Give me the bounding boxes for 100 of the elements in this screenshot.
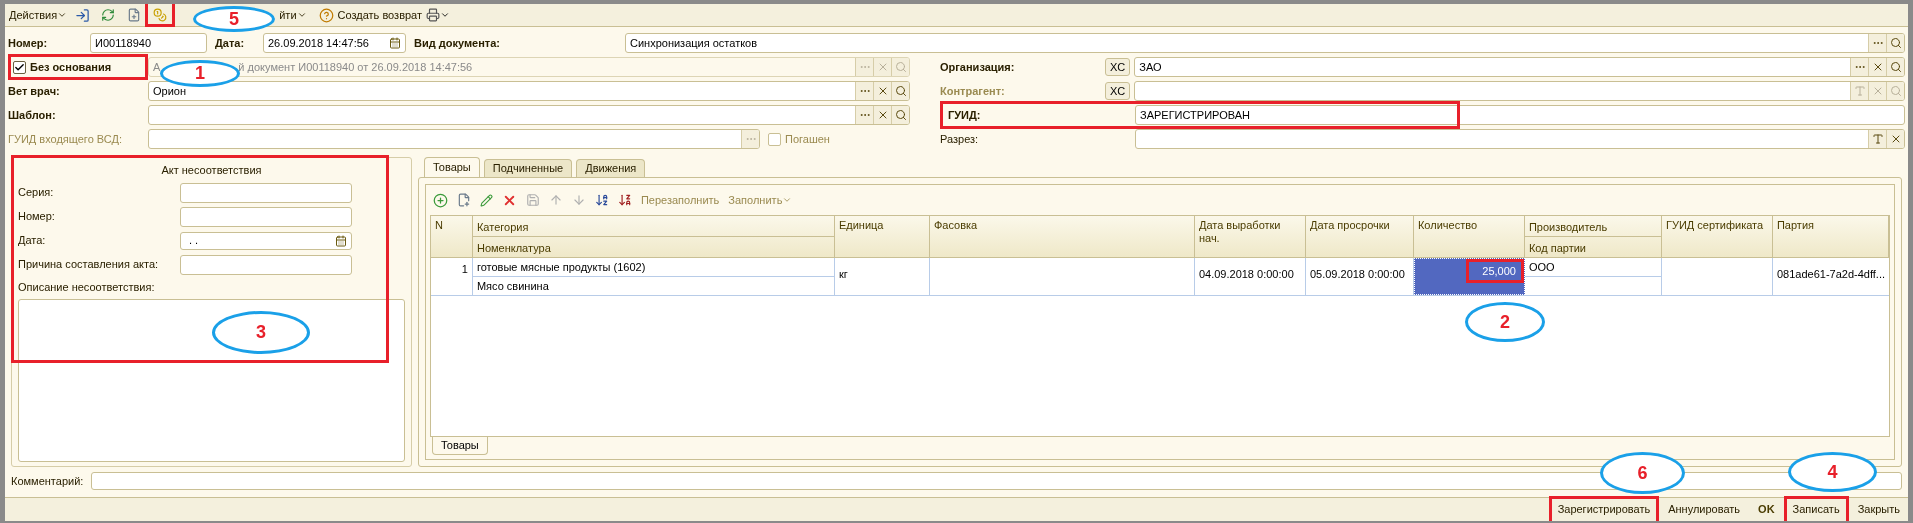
checkbox[interactable] [13, 60, 26, 74]
input-field[interactable]: ЗАРЕГИСТРИРОВАН [1135, 105, 1905, 125]
footer-button[interactable]: Закрыть [1851, 499, 1906, 520]
go-menu[interactable]: йти [279, 6, 307, 24]
checkmark-icon [14, 61, 25, 73]
actions-menu[interactable]: Действия [9, 6, 68, 24]
search-icon [894, 109, 907, 121]
basis-text: А [152, 59, 161, 75]
table-cell-text: готовые мясные продукты (1602) [475, 259, 647, 275]
input-field[interactable]: Синхронизация остатков [625, 33, 1905, 53]
search-icon [1889, 37, 1902, 49]
field-label: Дата: [215, 35, 246, 51]
column-header[interactable]: Категория [472, 216, 834, 237]
print-button[interactable] [426, 8, 451, 22]
field-label: Комментарий: [11, 473, 84, 489]
enter-icon [74, 7, 90, 23]
highlight-frame [1783, 495, 1849, 521]
input-field[interactable] [148, 105, 910, 125]
callout-marker: 1 [160, 60, 240, 87]
column-header[interactable]: Номенклатура [472, 236, 834, 257]
search-icon [894, 85, 907, 97]
document-plus-icon [127, 8, 142, 22]
search-button[interactable] [1886, 34, 1904, 52]
table-cell-text: ООО [1527, 259, 1556, 275]
field-label: Без основания [30, 59, 112, 75]
help-icon[interactable] [318, 7, 334, 23]
basis-text: й документ И00118940 от 26.09.2018 14:47:56 [238, 59, 474, 75]
field-label: Организация: [940, 59, 1016, 75]
search-button[interactable] [891, 82, 909, 100]
column-header[interactable]: ГУИД сертификата [1661, 216, 1772, 232]
pencil-icon [480, 193, 494, 207]
description-field[interactable] [18, 299, 405, 462]
save-icon [525, 193, 540, 207]
date-field[interactable]: . . [180, 231, 352, 250]
add-icon [433, 192, 449, 208]
field-label: Описание несоответствия: [18, 279, 156, 295]
text-type-icon [1871, 133, 1884, 145]
table-cell-text: кг [837, 268, 849, 280]
field-label: Погашен [785, 131, 830, 147]
caret-icon [782, 195, 793, 205]
column-header[interactable]: Дата выработки нач. [1194, 216, 1305, 245]
input-field[interactable]: И00118940 [90, 33, 207, 53]
column-header[interactable]: Код партии [1524, 236, 1661, 257]
clear-button[interactable] [873, 82, 891, 100]
column-header[interactable]: Производитель [1524, 216, 1661, 237]
table-cell-text: 081ade61-7a2d-4dff... [1775, 268, 1886, 280]
table-cell-text: 04.09.2018 0:00:00 [1197, 268, 1295, 280]
input-field[interactable] [180, 182, 352, 203]
field-label: Номер: [8, 35, 49, 51]
calendar-icon[interactable] [389, 37, 401, 49]
input-field[interactable] [1135, 129, 1905, 149]
tab[interactable]: Движения [576, 159, 646, 177]
xc-button[interactable]: XC [1105, 82, 1131, 100]
tab[interactable]: Подчиненные [483, 159, 573, 177]
column-header[interactable]: Партия [1772, 216, 1888, 232]
column-header[interactable]: Дата просрочки [1305, 216, 1413, 232]
coins-icon [153, 8, 168, 22]
field-label: Контрагент: [940, 83, 1006, 99]
input-field[interactable]: ЗАО [1134, 57, 1905, 77]
column-header[interactable]: Фасовка [929, 216, 1194, 232]
column-header[interactable]: Единица [834, 216, 929, 232]
document-plus-icon [456, 193, 471, 207]
footer-button[interactable]: Записать [1786, 499, 1846, 520]
field-label: ГУИД входящего ВСД: [8, 131, 123, 147]
field-label: ГУИД: [947, 107, 982, 123]
create-return-button[interactable]: Создать возврат [337, 6, 423, 24]
search-icon [1889, 85, 1902, 97]
clear-button[interactable] [1868, 58, 1886, 76]
input-field[interactable] [180, 206, 352, 227]
selected-cell[interactable]: 25,000 [1413, 258, 1525, 295]
tab[interactable]: Товары [423, 157, 480, 177]
date-field[interactable]: 26.09.2018 14:47:56 [263, 33, 406, 53]
checkbox[interactable] [768, 132, 781, 146]
column-header[interactable]: Количество [1413, 216, 1524, 232]
input-field[interactable] [180, 254, 352, 275]
caret-icon [296, 10, 307, 20]
input-field[interactable]: Орион [148, 81, 910, 101]
sort-ascending-icon [594, 193, 609, 207]
footer-button[interactable]: Аннулировать [1662, 499, 1747, 520]
refresh-icon [101, 8, 116, 22]
column-header[interactable]: N [430, 216, 472, 232]
choose-button[interactable] [1868, 34, 1886, 52]
table-cell-text: 1 [460, 262, 469, 277]
xc-button[interactable]: XC [1105, 58, 1131, 76]
clear-button[interactable] [873, 106, 891, 124]
field-label: Шаблон: [8, 107, 57, 123]
input-field[interactable] [148, 129, 760, 149]
callout-marker: 6 [1600, 452, 1685, 494]
search-button[interactable] [891, 106, 909, 124]
highlight-frame [1465, 259, 1524, 283]
field-label: Номер: [18, 209, 56, 225]
callout-marker: 4 [1788, 452, 1877, 492]
footer-button[interactable]: OK [1752, 499, 1781, 520]
footer-button[interactable]: Зарегистрировать [1551, 499, 1657, 520]
calendar-icon[interactable] [335, 234, 347, 247]
search-button[interactable] [1886, 58, 1904, 76]
field-label: Причина составления акта: [18, 257, 160, 273]
tab[interactable]: Товары [431, 437, 488, 455]
table-cell-text: Мясо свинина [475, 278, 550, 294]
clear-button[interactable] [1886, 130, 1904, 148]
